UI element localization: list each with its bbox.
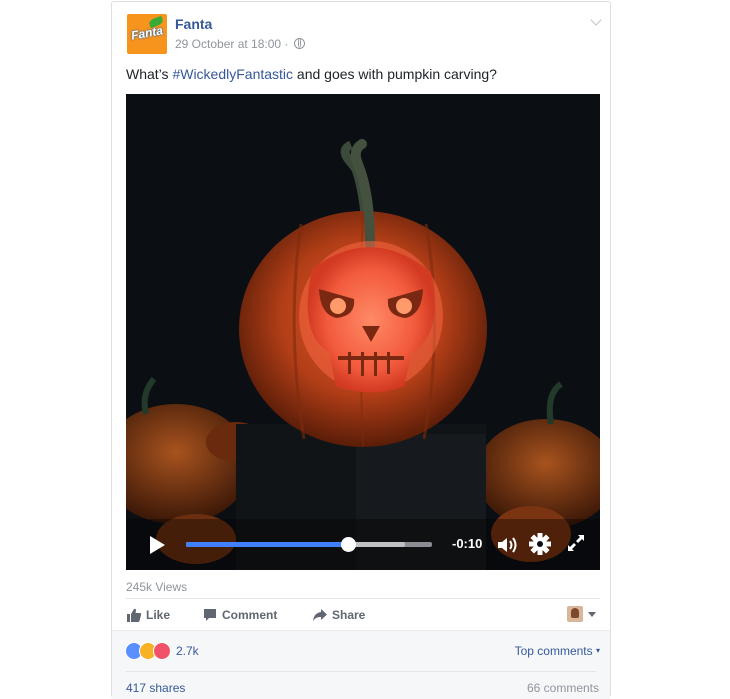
top-comments-dropdown[interactable]: Top comments ▾ bbox=[515, 644, 600, 658]
seek-bar[interactable] bbox=[186, 537, 432, 552]
top-comments-label: Top comments bbox=[514, 644, 593, 658]
post-timestamp[interactable]: 29 October at 18:00 · bbox=[175, 37, 305, 51]
fullscreen-icon[interactable] bbox=[566, 533, 586, 553]
reaction-count[interactable]: 2.7k bbox=[176, 644, 199, 658]
video-frame-pumpkin bbox=[126, 94, 600, 570]
like-label: Like bbox=[146, 608, 171, 622]
volume-icon[interactable] bbox=[496, 535, 520, 555]
shares-count[interactable]: 417 shares bbox=[126, 681, 185, 695]
timestamp-text[interactable]: 29 October at 18:00 · bbox=[175, 37, 288, 51]
comment-icon bbox=[204, 609, 216, 621]
avatar[interactable] bbox=[567, 606, 583, 622]
logo-wordmark: Fanta bbox=[130, 23, 164, 43]
post-text-end: and goes with pumpkin carving? bbox=[293, 66, 497, 82]
play-icon[interactable] bbox=[150, 536, 165, 554]
hashtag-link[interactable]: #WickedlyFantastic bbox=[172, 66, 293, 82]
globe-icon bbox=[293, 38, 305, 49]
post-text-start: What’s bbox=[126, 66, 173, 82]
time-remaining: -0:10 bbox=[452, 536, 483, 551]
share-arrow-icon bbox=[313, 609, 327, 621]
action-bar: Like Comment Share bbox=[126, 598, 600, 631]
chevron-down-icon[interactable] bbox=[590, 14, 602, 26]
video-player[interactable]: -0:10 bbox=[126, 94, 600, 570]
post-card: Fanta Fanta 29 October at 18:00 · What’s… bbox=[111, 1, 611, 699]
caret-down-icon: ▾ bbox=[595, 646, 600, 655]
post-stats: 2.7k Top comments ▾ 417 shares 66 commen… bbox=[112, 630, 610, 699]
seek-handle[interactable] bbox=[341, 537, 357, 552]
comment-label: Comment bbox=[222, 608, 278, 622]
post-text: What’s #WickedlyFantastic and goes with … bbox=[126, 66, 497, 82]
thumbs-up-icon bbox=[127, 608, 142, 622]
caret-down-icon[interactable] bbox=[588, 612, 596, 617]
page-name-link[interactable]: Fanta bbox=[175, 16, 212, 32]
settings-gear-icon[interactable] bbox=[529, 533, 551, 555]
stats-divider bbox=[126, 671, 596, 672]
progress-bar bbox=[186, 542, 349, 547]
view-count: 245k Views bbox=[126, 580, 188, 594]
fanta-logo[interactable]: Fanta bbox=[127, 14, 167, 54]
share-label: Share bbox=[332, 608, 366, 622]
comments-count[interactable]: 66 comments bbox=[527, 681, 599, 695]
love-reaction-icon[interactable] bbox=[153, 642, 171, 660]
video-controls: -0:10 bbox=[126, 519, 600, 570]
